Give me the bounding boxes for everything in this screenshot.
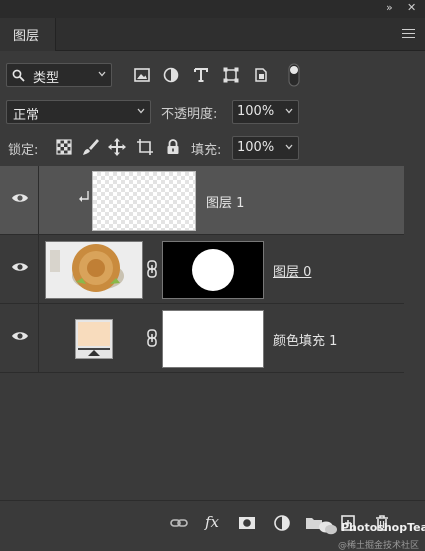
- eye-icon[interactable]: [11, 261, 29, 273]
- mooncake-image: [46, 242, 142, 298]
- layer-thumbnail-mooncake[interactable]: [45, 241, 143, 299]
- new-adjustment-layer-icon[interactable]: [272, 513, 292, 533]
- layer-row-0[interactable]: 图层 0: [0, 235, 404, 304]
- adjustment-filter-icon[interactable]: [161, 65, 181, 85]
- lock-artboard-icon[interactable]: [135, 137, 155, 157]
- chain-link-icon[interactable]: [146, 260, 158, 278]
- layer-thumbnail-transparent[interactable]: [92, 171, 196, 231]
- lock-position-icon[interactable]: [107, 137, 127, 157]
- layer-row-1[interactable]: 图层 1: [0, 166, 404, 235]
- opacity-field[interactable]: 100%: [232, 100, 299, 124]
- close-icon[interactable]: ✕: [407, 1, 416, 14]
- layer-mask-thumbnail[interactable]: [162, 241, 264, 299]
- layer-row-color-fill[interactable]: 颜色填充 1: [0, 304, 404, 373]
- layer-mask-thumbnail-white[interactable]: [162, 310, 264, 368]
- visibility-divider: [38, 235, 39, 303]
- tab-layers-label: 图层: [13, 29, 40, 44]
- chevron-down-icon: [98, 71, 106, 77]
- fill-label: 填充:: [191, 143, 222, 158]
- chevron-down-icon[interactable]: [284, 142, 294, 152]
- fill-color-swatch: [78, 322, 110, 346]
- type-filter-icon[interactable]: [191, 65, 211, 85]
- panel-title-bar: » ✕: [0, 0, 425, 18]
- watermark-subtitle: @稀土掘金技术社区: [338, 541, 420, 551]
- lock-transparent-pixels-icon[interactable]: [54, 137, 74, 157]
- layers-scrollbar[interactable]: [404, 166, 425, 496]
- chevron-down-icon: [137, 108, 145, 114]
- chain-link-icon[interactable]: [146, 329, 158, 347]
- triangle-marker-icon: [88, 350, 100, 356]
- layer-style-fx-icon[interactable]: fx: [205, 513, 219, 531]
- circle-mask-shape: [192, 249, 234, 291]
- smart-object-filter-icon[interactable]: [251, 65, 271, 85]
- blend-mode-value: 正常: [13, 108, 40, 123]
- lock-all-icon[interactable]: [163, 137, 183, 157]
- layer-name[interactable]: 颜色填充 1: [273, 330, 337, 349]
- image-filter-icon[interactable]: [132, 65, 152, 85]
- eye-icon[interactable]: [11, 192, 29, 204]
- search-icon: [12, 69, 25, 82]
- tab-layers[interactable]: 图层: [0, 18, 56, 51]
- layer-name[interactable]: 图层 1: [206, 192, 244, 211]
- filter-kind-label: 类型: [33, 71, 60, 86]
- fill-field[interactable]: 100%: [232, 136, 299, 160]
- eye-icon[interactable]: [11, 330, 29, 342]
- filter-toggle-icon[interactable]: [288, 63, 300, 87]
- link-layers-icon[interactable]: [169, 513, 189, 533]
- opacity-value: 100%: [237, 104, 275, 119]
- layer-name[interactable]: 图层 0: [273, 261, 311, 280]
- lock-label: 锁定:: [8, 143, 39, 158]
- chevron-down-icon[interactable]: [284, 106, 294, 116]
- layers-list: 图层 1 图层 0 颜色填充 1: [0, 166, 404, 376]
- fill-value: 100%: [237, 140, 275, 155]
- blend-mode-select[interactable]: 正常: [6, 100, 151, 124]
- clipping-mask-arrow-icon: [79, 191, 89, 202]
- color-fill-thumbnail[interactable]: [75, 319, 113, 359]
- visibility-divider: [38, 304, 39, 372]
- shape-filter-icon[interactable]: [221, 65, 241, 85]
- add-mask-icon[interactable]: [237, 513, 257, 533]
- watermark-title: PhotoshopTea: [341, 521, 425, 534]
- double-chevron-right-icon[interactable]: »: [386, 1, 393, 14]
- filter-kind-select[interactable]: 类型: [6, 63, 112, 87]
- panel-tab-row: [0, 18, 425, 51]
- lock-image-pixels-icon[interactable]: [81, 137, 101, 157]
- hamburger-menu-icon[interactable]: [402, 29, 415, 38]
- opacity-label: 不透明度:: [161, 107, 218, 122]
- chat-bubble-logo-icon: [319, 521, 337, 535]
- visibility-divider: [38, 166, 39, 234]
